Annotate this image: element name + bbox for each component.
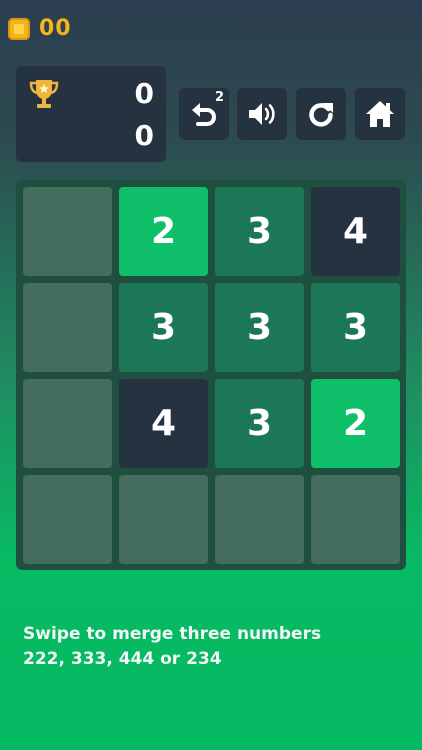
speaker-icon bbox=[249, 103, 275, 125]
game-board[interactable]: 234333432 bbox=[16, 180, 406, 570]
tile: 4 bbox=[311, 187, 400, 276]
empty-cell bbox=[23, 379, 112, 468]
empty-cell bbox=[23, 475, 112, 564]
home-icon bbox=[366, 101, 394, 127]
tile: 4 bbox=[119, 379, 208, 468]
empty-cell bbox=[23, 187, 112, 276]
restart-icon bbox=[309, 103, 333, 127]
instructions-line-1: Swipe to merge three numbers bbox=[23, 624, 322, 644]
score-panel: 0 0 bbox=[16, 66, 166, 162]
restart-button[interactable] bbox=[296, 88, 346, 140]
tile: 3 bbox=[215, 187, 304, 276]
tile: 2 bbox=[311, 379, 400, 468]
instructions: Swipe to merge three numbers 222, 333, 4… bbox=[23, 622, 321, 672]
empty-cell bbox=[215, 475, 304, 564]
coin-counter: 00 bbox=[8, 16, 72, 41]
sound-button[interactable] bbox=[237, 88, 287, 140]
tile: 3 bbox=[215, 283, 304, 372]
tile: 3 bbox=[311, 283, 400, 372]
tile: 3 bbox=[215, 379, 304, 468]
empty-cell bbox=[23, 283, 112, 372]
home-button[interactable] bbox=[355, 88, 405, 140]
undo-button[interactable]: 2 bbox=[179, 88, 229, 140]
empty-cell bbox=[119, 475, 208, 564]
empty-cell bbox=[311, 475, 400, 564]
undo-count-badge: 2 bbox=[214, 90, 224, 105]
best-score: 0 bbox=[134, 119, 154, 152]
instructions-line-2: 222, 333, 444 or 234 bbox=[23, 649, 222, 669]
current-score: 0 bbox=[134, 77, 154, 110]
coin-icon bbox=[8, 17, 30, 40]
tile: 2 bbox=[119, 187, 208, 276]
trophy-icon bbox=[29, 80, 59, 108]
tile: 3 bbox=[119, 283, 208, 372]
coin-count: 00 bbox=[39, 16, 72, 41]
